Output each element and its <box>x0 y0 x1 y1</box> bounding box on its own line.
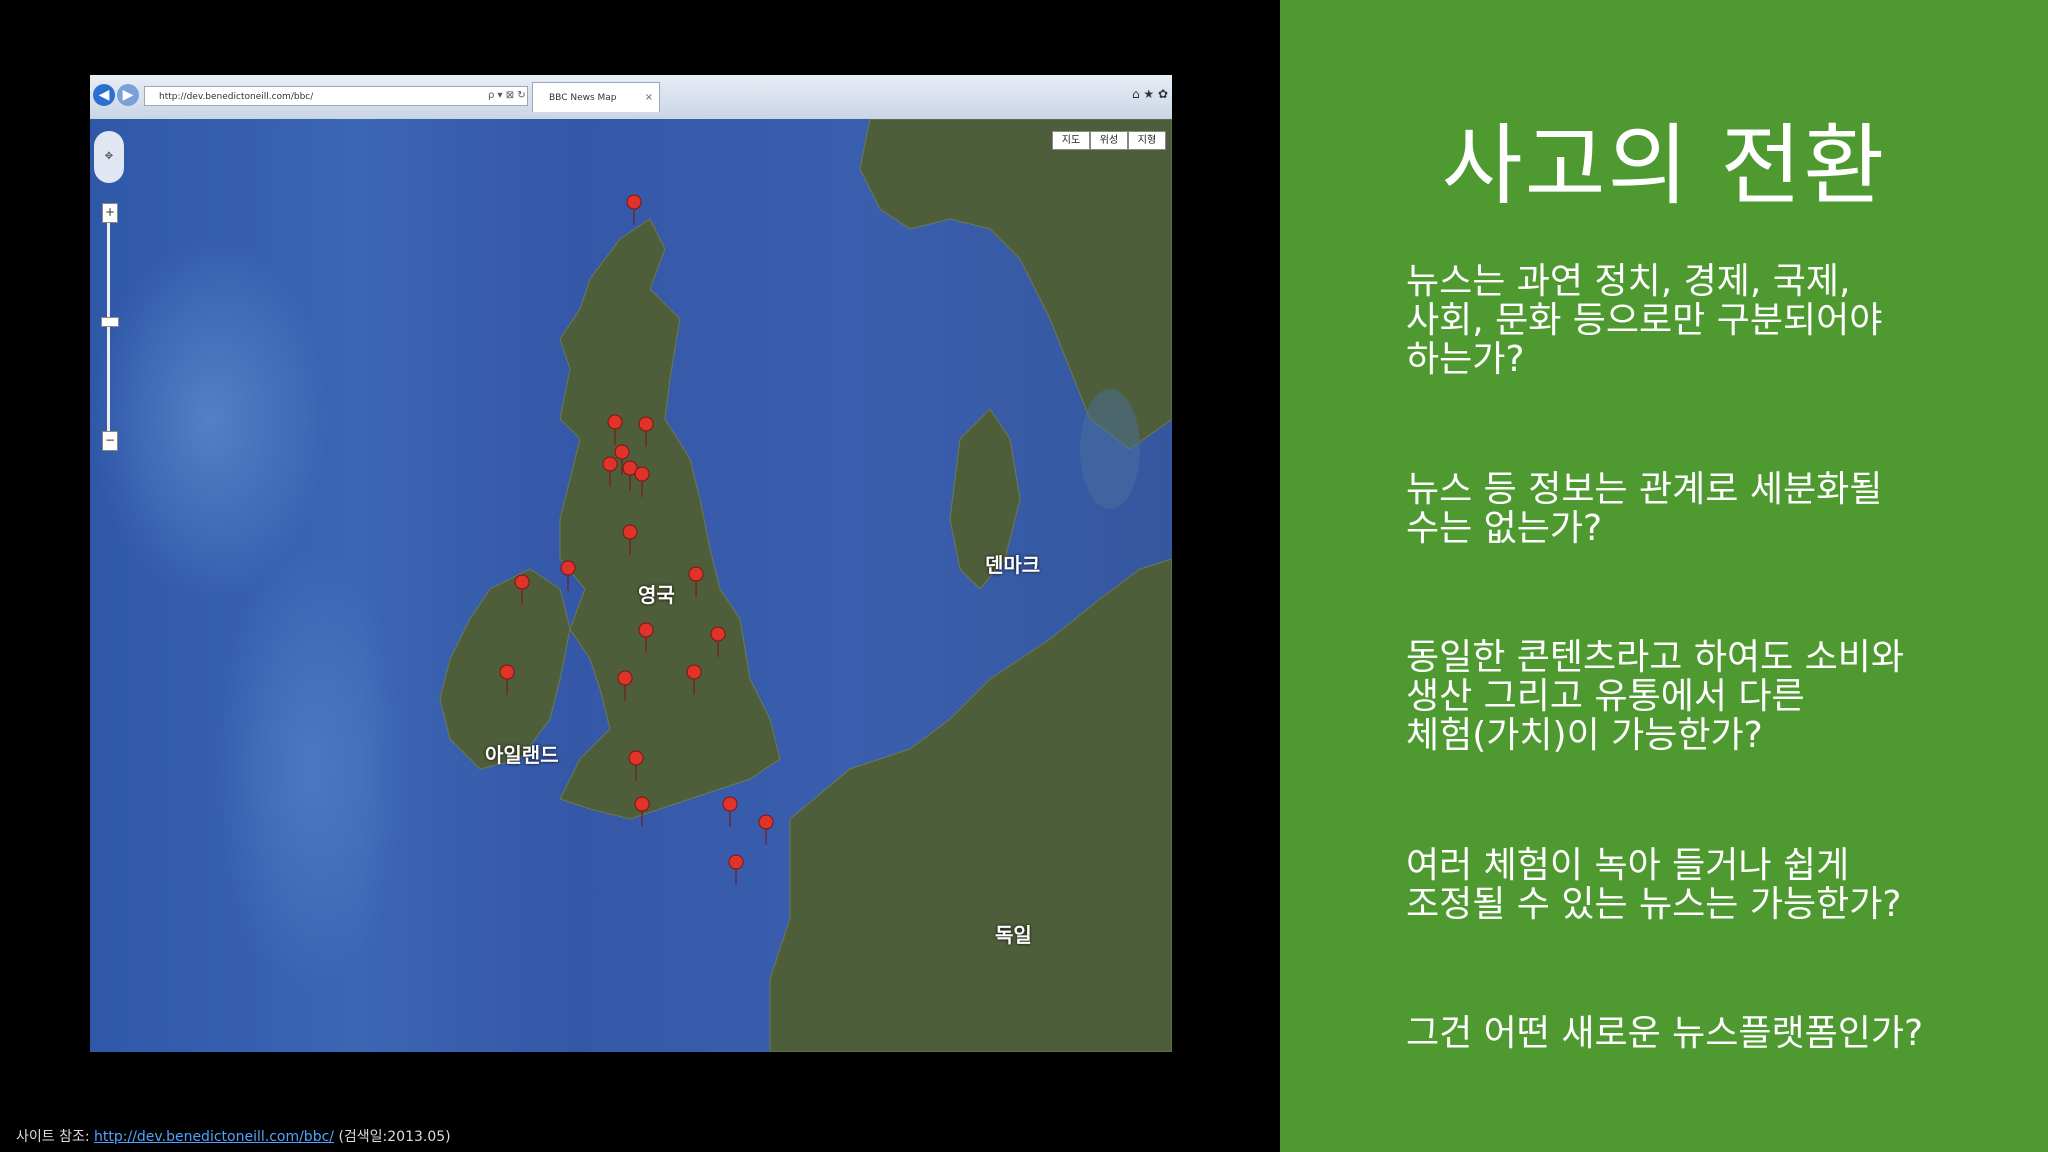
question-1: 뉴스는 과연 정치, 경제, 국제, 사회, 문화 등으로만 구분되어야 하는가… <box>1406 261 1883 380</box>
zoom-slider-handle[interactable] <box>101 317 119 327</box>
map-marker-icon <box>626 194 642 226</box>
map-canvas[interactable]: ✥ + − 지도 위성 지형 영국 아일랜드 덴마크 독일 <box>90 119 1172 1052</box>
map-marker-icon <box>758 814 774 846</box>
continental-europe-landmass <box>769 558 1172 1052</box>
baltic-water <box>1080 389 1140 509</box>
question-2: 뉴스 등 정보는 관계로 세분화될 수는 없는가? <box>1406 469 1883 549</box>
left-panel: ◀ ▶ http://dev.benedictoneill.com/bbc/ ρ… <box>0 0 1280 1152</box>
address-bar[interactable]: http://dev.benedictoneill.com/bbc/ <box>144 86 528 106</box>
question-4: 여러 체험이 녹아 들거나 쉽게 조정될 수 있는 뉴스는 가능한가? <box>1406 845 1902 925</box>
map-label-germany: 독일 <box>995 923 1032 947</box>
map-label-uk: 영국 <box>638 583 675 607</box>
browser-tab[interactable]: BBC News Map × <box>532 82 660 112</box>
citation-suffix: (검색일:2013.05) <box>334 1129 451 1145</box>
map-marker-icon <box>728 854 744 886</box>
map-marker-icon <box>722 796 738 828</box>
home-star-icons[interactable]: ⌂ ★ ✿ <box>1132 87 1168 101</box>
map-label-ireland: 아일랜드 <box>485 743 559 767</box>
citation-link[interactable]: http://dev.benedictoneill.com/bbc/ <box>94 1129 334 1145</box>
right-panel: 사고의 전환 뉴스는 과연 정치, 경제, 국제, 사회, 문화 등으로만 구분… <box>1280 0 2048 1152</box>
map-type-map[interactable]: 지도 <box>1052 131 1090 150</box>
tab-title: BBC News Map <box>549 93 617 103</box>
map-graphics <box>439 119 1172 1052</box>
embedded-browser-screenshot: ◀ ▶ http://dev.benedictoneill.com/bbc/ ρ… <box>90 75 1172 1052</box>
great-britain-landmass <box>559 218 781 820</box>
source-citation: 사이트 참조: http://dev.benedictoneill.com/bb… <box>16 1126 451 1146</box>
question-3: 동일한 콘텐츠라고 하여도 소비와 생산 그리고 유통에서 다른 체험(가치)이… <box>1406 637 1905 756</box>
pan-control-icon[interactable]: ✥ <box>94 131 124 183</box>
zoom-in-icon[interactable]: + <box>102 203 118 223</box>
map-marker-icon <box>560 560 576 592</box>
zoom-out-icon[interactable]: − <box>102 431 118 451</box>
question-5: 그건 어떤 새로운 뉴스플랫폼인가? <box>1406 1013 1924 1054</box>
map-type-terrain[interactable]: 지형 <box>1128 131 1166 150</box>
close-icon[interactable]: × <box>645 83 653 113</box>
map-label-denmark: 덴마크 <box>985 553 1041 577</box>
browser-toolbar: ◀ ▶ http://dev.benedictoneill.com/bbc/ ρ… <box>90 75 1172 120</box>
forward-arrow-icon[interactable]: ▶ <box>117 84 139 106</box>
address-bar-icons[interactable]: ρ ▾ ⊠ ↻ <box>488 86 526 106</box>
citation-prefix: 사이트 참조: <box>16 1129 95 1145</box>
slide-title: 사고의 전환 <box>1441 114 1887 217</box>
map-type-satellite[interactable]: 위성 <box>1090 131 1128 150</box>
back-arrow-icon[interactable]: ◀ <box>93 84 115 106</box>
